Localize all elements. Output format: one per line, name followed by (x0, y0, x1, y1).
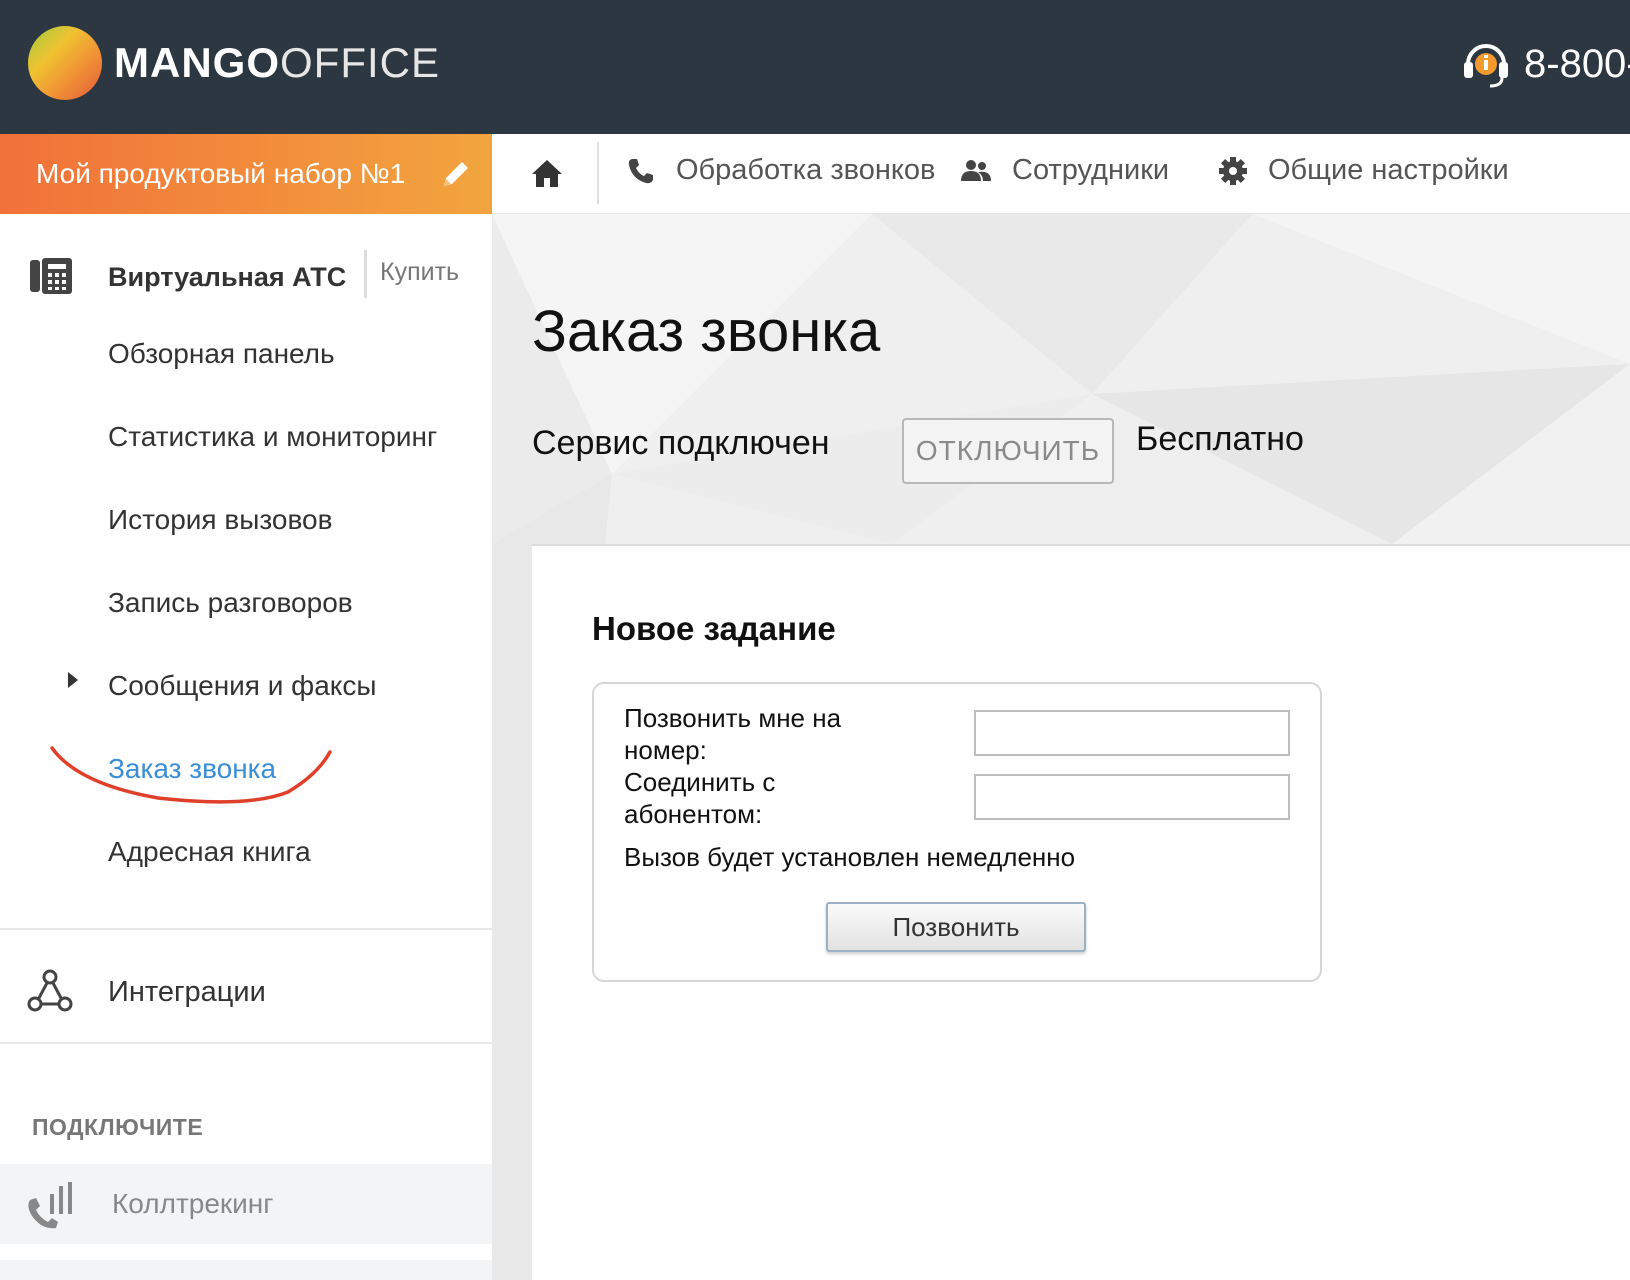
integrations-icon[interactable] (26, 968, 74, 1014)
connect-with-subscriber-input[interactable] (974, 774, 1290, 820)
expand-arrow-icon[interactable] (66, 670, 80, 690)
nav-divider (597, 142, 599, 204)
nav-general-settings[interactable]: Общие настройки (1218, 154, 1509, 187)
support-phone-number[interactable]: 8-800- (1524, 42, 1630, 87)
price-label: Бесплатно (1136, 420, 1304, 458)
sidebar-item-call-recording[interactable]: Запись разговоров (108, 587, 353, 619)
product-set-label: Мой продуктовый набор №1 (36, 158, 406, 189)
nav-employees[interactable]: Сотрудники (960, 154, 1169, 187)
home-icon[interactable] (530, 156, 564, 190)
page-title: Заказ звонка (532, 299, 881, 364)
nav-general-settings-label: Общие настройки (1268, 154, 1509, 186)
sidebar-bottom-item (0, 1260, 492, 1280)
connect-with-label: Соединить с абонентом: (624, 767, 776, 829)
buy-link[interactable]: Купить (380, 258, 459, 287)
nav-call-processing[interactable]: Обработка звонков (626, 154, 935, 187)
pbx-phone-icon (30, 258, 72, 294)
sidebar-item-address-book[interactable]: Адресная книга (108, 836, 311, 868)
main-navigation: Обработка звонков Сотрудники Общие настр… (492, 134, 1630, 214)
support-contact[interactable]: 8-800- (1462, 38, 1630, 90)
sidebar-item-statistics[interactable]: Статистика и мониторинг (108, 421, 437, 453)
users-icon (961, 159, 991, 181)
pbx-divider (364, 250, 367, 298)
call-button[interactable]: Позвонить (826, 902, 1086, 952)
sidebar-item-integrations[interactable]: Интеграции (108, 976, 266, 1009)
sidebar: Виртуальная АТС Купить Обзорная панель С… (0, 214, 492, 1280)
sidebar-item-call-history[interactable]: История вызовов (108, 504, 332, 536)
virtual-pbx-title[interactable]: Виртуальная АТС (108, 262, 346, 293)
headset-icon (1462, 38, 1510, 90)
connect-section-heading: ПОДКЛЮЧИТЕ (32, 1114, 204, 1140)
top-header: MANGOOFFICE 8-800- (0, 0, 1630, 134)
sidebar-divider (0, 1042, 492, 1044)
mango-logo-icon (28, 26, 102, 100)
mango-office-logo[interactable]: MANGOOFFICE (28, 26, 440, 100)
service-status: Сервис подключен (532, 424, 830, 462)
red-annotation-underline (50, 746, 332, 804)
disable-service-button[interactable]: ОТКЛЮЧИТЬ (902, 418, 1114, 484)
sidebar-item-messages-faxes[interactable]: Сообщения и факсы (108, 670, 376, 702)
sidebar-item-calltracking[interactable]: Коллтрекинг (0, 1164, 492, 1244)
pencil-icon[interactable] (440, 158, 472, 190)
sidebar-divider (0, 928, 492, 930)
nav-call-processing-label: Обработка звонков (676, 154, 936, 186)
product-set-banner[interactable]: Мой продуктовый набор №1 (0, 134, 492, 214)
calltracking-icon (28, 1182, 72, 1229)
call-me-number-input[interactable] (974, 710, 1290, 756)
gear-icon (1219, 156, 1247, 185)
sidebar-item-overview[interactable]: Обзорная панель (108, 338, 335, 370)
phone-icon (628, 158, 653, 183)
nav-employees-label: Сотрудники (1012, 154, 1170, 186)
call-timing-info: Вызов будет установлен немедленно (624, 842, 1076, 872)
call-me-label: Позвонить мне на номер: (624, 703, 842, 765)
new-task-title: Новое задание (592, 610, 836, 647)
calltracking-label: Коллтрекинг (112, 1188, 274, 1219)
logo-text: MANGOOFFICE (114, 39, 440, 86)
